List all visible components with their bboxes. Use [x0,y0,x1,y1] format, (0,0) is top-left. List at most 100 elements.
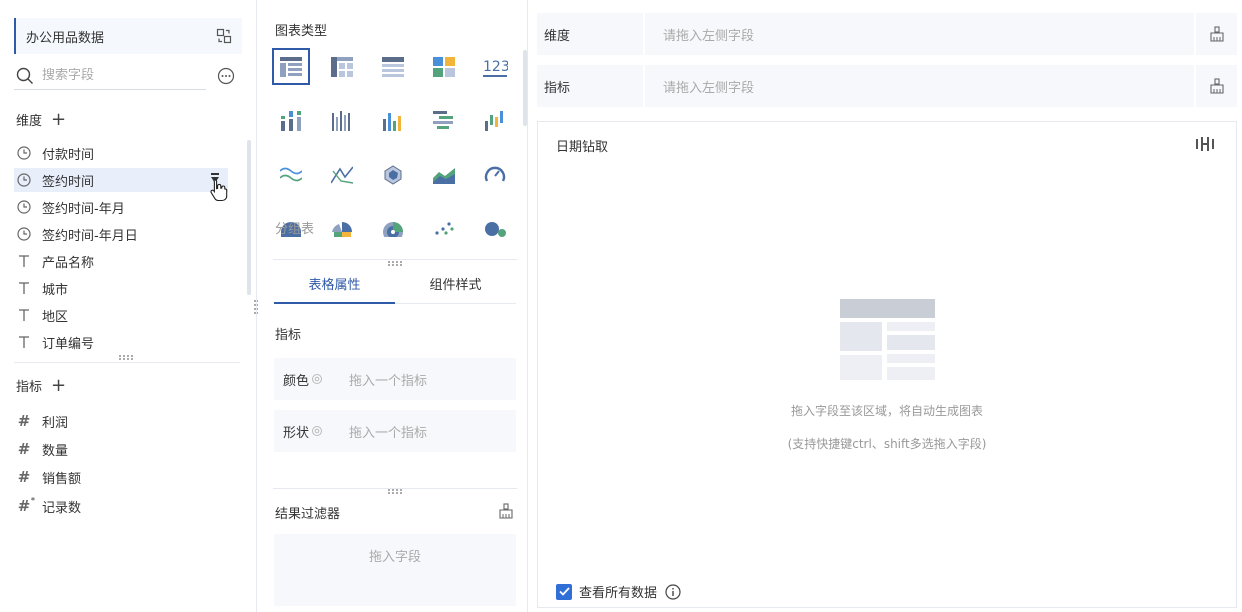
metric-row-label: 指标 [537,65,645,107]
metric-field[interactable]: # * 记录数 [14,494,228,518]
dimension-row-label: 维度 [537,13,645,55]
field-label: 签约时间-年月 [42,201,125,217]
show-all-data-option[interactable]: 查看所有数据 [556,582,681,601]
dimensions-section-header: 维度 + [16,110,66,129]
dimension-field[interactable]: 签约时间-年月 [14,195,228,219]
search-icon [16,67,33,84]
metric-field[interactable]: # 利润 [14,409,228,433]
clear-broom-icon [1209,26,1224,42]
clear-broom-icon[interactable] [498,503,514,519]
metric-drop-row[interactable]: 指标 请拖入左侧字段 [537,65,1237,107]
chart-type-radar[interactable] [374,156,412,193]
chart-type-radar-line[interactable] [323,156,361,193]
resize-handle-icon[interactable] [119,355,133,361]
color-drop-zone[interactable]: 颜色 拖入一个指标 [274,358,516,400]
chart-type-bubble[interactable] [476,210,514,247]
dimensions-title: 维度 [16,114,43,129]
metric-field[interactable]: # 数量 [14,437,228,461]
clock-icon [16,226,32,242]
chart-type-line[interactable] [272,156,310,193]
chart-type-scrollbar[interactable] [523,50,527,126]
add-metric-icon[interactable]: + [51,376,66,395]
tab-component-style[interactable]: 组件样式 [395,264,516,304]
bar-chart-icon [433,110,453,129]
field-search[interactable] [14,62,206,90]
clear-dimension-button[interactable] [1194,13,1237,55]
checkmark-icon [558,587,570,596]
shape-drop-zone[interactable]: 形状 拖入一个指标 [274,410,516,452]
settings-icon[interactable] [311,373,323,385]
canvas-title[interactable]: 日期钻取 [556,136,608,155]
text-type-icon [16,280,32,296]
kpi-card-icon [433,56,455,77]
dimension-field[interactable]: 付款时间 [14,141,228,165]
switch-dataset-icon[interactable] [216,28,232,44]
drill-settings-icon[interactable] [1196,137,1214,151]
chart-type-stacked-column[interactable] [272,102,310,139]
svg-text:123: 123 [483,59,508,75]
dimension-field[interactable]: 签约时间 [14,168,228,192]
clear-broom-icon [1209,78,1224,94]
chart-type-rose[interactable] [323,210,361,247]
resize-handle-icon[interactable] [388,489,402,495]
divider [273,488,517,489]
info-icon[interactable] [665,583,681,600]
chart-type-number[interactable]: 123 [476,48,514,85]
clear-metric-button[interactable] [1194,65,1237,107]
clock-icon [16,172,32,188]
grouped-column-icon [332,110,350,131]
field-label: 产品名称 [42,255,95,271]
chart-type-bar[interactable] [425,102,463,139]
dimension-field[interactable]: 城市 [14,276,228,300]
divider [273,259,517,260]
chart-type-column[interactable] [374,102,412,139]
chart-type-detail-table[interactable] [374,48,412,85]
text-type-icon [16,253,32,269]
gauge-chart-icon [484,166,506,182]
field-list-scrollbar[interactable] [247,140,251,295]
dimension-drop-placeholder: 请拖入左侧字段 [663,28,755,44]
detail-table-icon [382,56,404,77]
add-dimension-icon[interactable]: + [51,110,66,129]
chart-type-grouped-table[interactable] [272,48,310,85]
chart-types-title: 图表类型 [275,24,328,39]
color-label: 颜色 [283,373,310,389]
count-type-icon: # * [17,496,35,515]
chart-type-waterfall[interactable] [476,102,514,139]
field-label: 签约时间-年月日 [42,228,138,244]
metrics-section-title: 指标 [275,328,302,343]
text-type-icon [16,334,32,350]
sunburst-chart-icon [383,221,403,237]
dimension-drop-row[interactable]: 维度 请拖入左侧字段 [537,13,1237,55]
chart-type-area[interactable] [425,156,463,193]
search-input[interactable] [42,68,192,83]
dimension-field[interactable]: 产品名称 [14,249,228,273]
area-chart-icon [433,167,455,184]
result-filter-drop-zone[interactable]: 拖入字段 [274,534,516,606]
number-type-icon: # [17,412,31,430]
metrics-title: 指标 [16,380,43,395]
text-type-icon [16,307,32,323]
dimension-field[interactable]: 地区 [14,303,228,327]
chart-type-kpi-card[interactable] [425,48,463,85]
dimension-field[interactable]: 签约时间-年月日 [14,222,228,246]
metric-field[interactable]: # 销售额 [14,465,228,489]
field-label: 记录数 [42,500,82,516]
dataset-selector[interactable]: 办公用品数据 [14,18,242,54]
chart-type-cross-table[interactable] [323,48,361,85]
show-all-data-checkbox[interactable] [556,583,572,600]
metric-drop-placeholder: 请拖入左侧字段 [663,80,755,96]
empty-table-illustration [840,299,935,380]
chart-canvas[interactable]: 日期钻取 拖入字段至该区域，将自动生成图表 (支持快捷键ctrl、shift多选… [537,121,1237,608]
tab-table-properties[interactable]: 表格属性 [274,264,395,304]
chart-type-scatter[interactable] [425,210,463,247]
grouped-table-icon [280,56,302,77]
chart-type-grouped-column[interactable] [323,102,361,139]
chart-type-gauge[interactable] [476,156,514,193]
settings-icon[interactable] [311,425,323,437]
dimension-field[interactable]: 订单编号 [14,330,228,354]
dataset-name: 办公用品数据 [26,30,105,46]
chart-type-sunburst[interactable] [374,210,412,247]
more-options-icon[interactable] [217,67,235,85]
metrics-section-header: 指标 + [16,376,66,395]
